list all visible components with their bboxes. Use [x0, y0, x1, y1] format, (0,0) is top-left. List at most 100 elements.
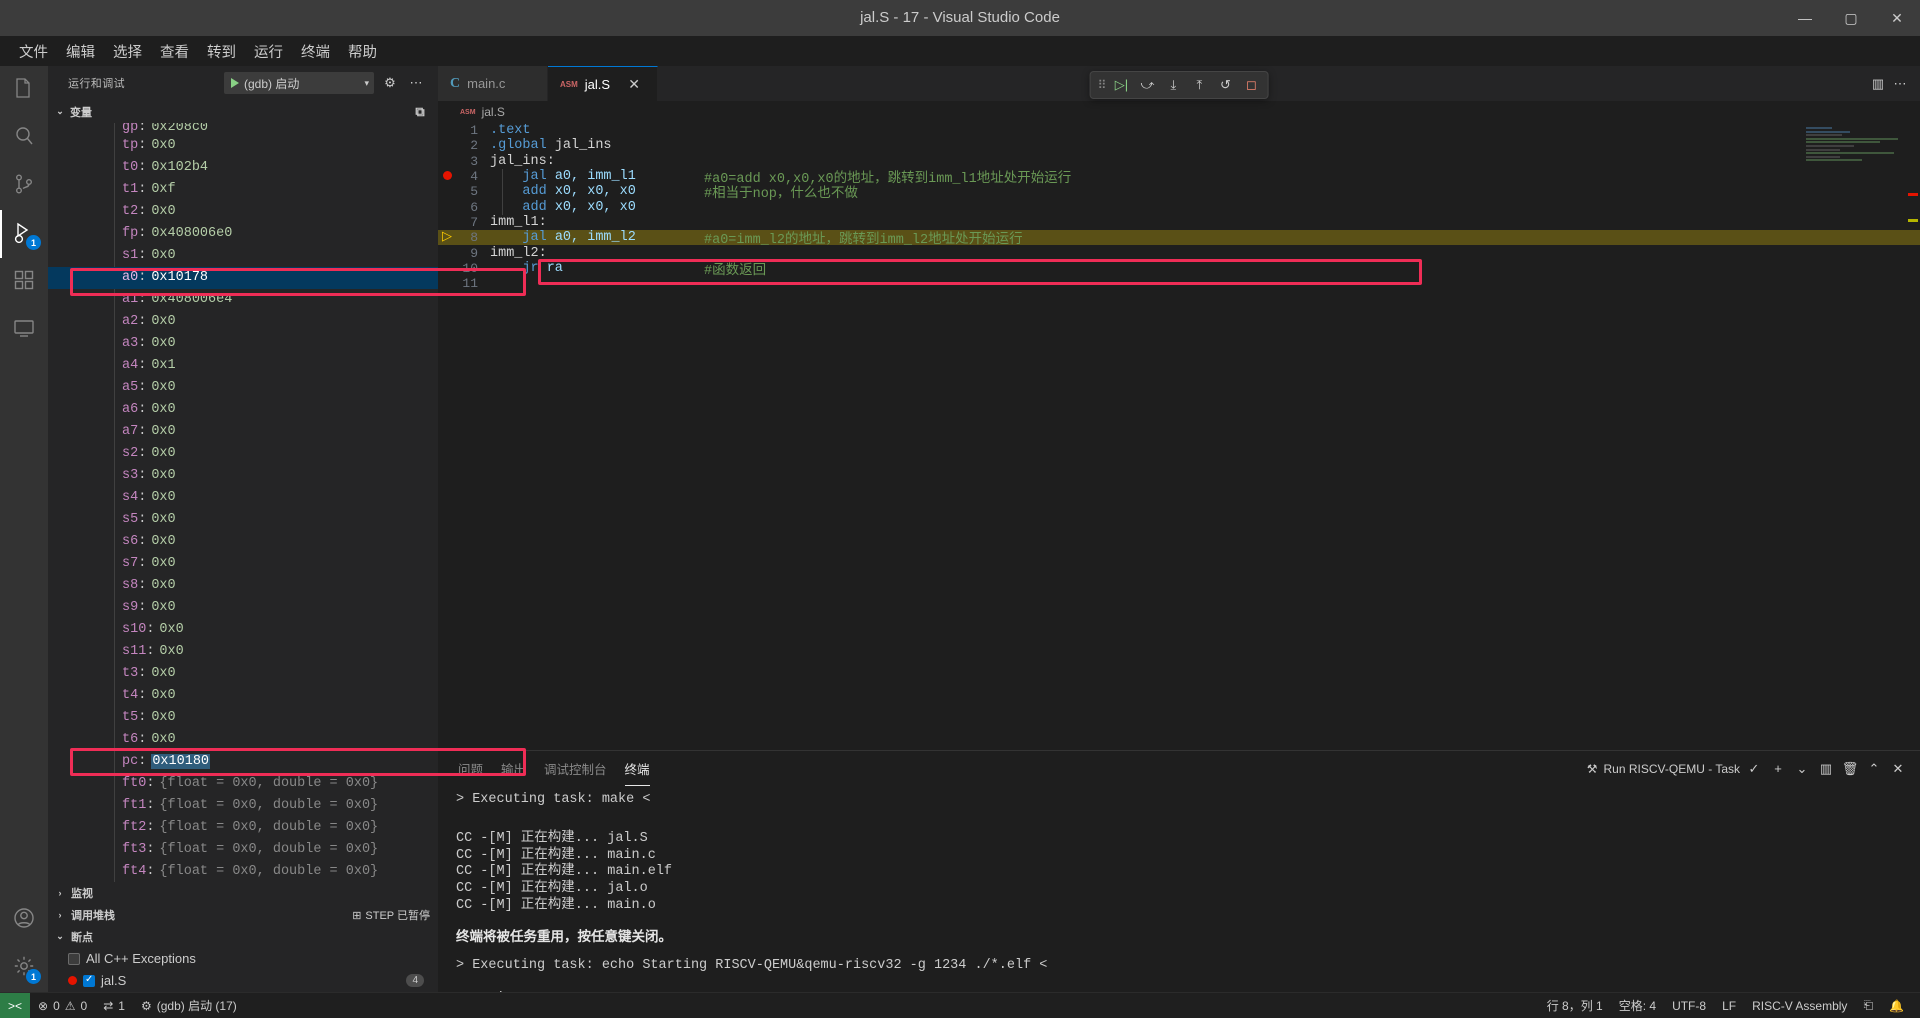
variable-row[interactable]: s5:0x0	[48, 509, 438, 531]
variable-value[interactable]: 0x0	[151, 534, 175, 549]
variable-value[interactable]: 0x0	[151, 732, 175, 747]
variable-row[interactable]: a3:0x0	[48, 333, 438, 355]
tab-main-c[interactable]: C main.c	[438, 66, 548, 101]
variable-value[interactable]: 0x0	[151, 248, 175, 263]
variable-value[interactable]: 0x10180	[151, 754, 211, 770]
tab-debug-console[interactable]: 调试控制台	[544, 751, 607, 786]
code-text[interactable]: jal a0, imm_l2	[490, 230, 635, 245]
variable-value[interactable]: {float = 0x0, double = 0x0}	[159, 776, 378, 791]
debug-stop-button[interactable]: ◻	[1239, 74, 1263, 96]
variable-row[interactable]: a1:0x408006e4	[48, 289, 438, 311]
breadcrumb[interactable]: ASM jal.S	[438, 101, 1920, 123]
debug-step-over-button[interactable]: ⤻	[1135, 74, 1159, 96]
variables-list[interactable]: gp:0x208c0 tp:0x0 t0:0x102b4 t1:0xf t2:0x0 fp…	[48, 123, 438, 882]
variable-value[interactable]: 0x0	[151, 468, 175, 483]
variable-value[interactable]: {float = 0x0, double = 0x0}	[159, 820, 378, 835]
debug-toolbar[interactable]: ⠿ ▷| ⤻ ⤓ ⤒ ↺ ◻	[1089, 71, 1269, 99]
variable-value[interactable]: 0x0	[151, 336, 175, 351]
terminal-output[interactable]: > Executing task: make < CC -[M] 正在构建... …	[438, 786, 1920, 992]
variable-value[interactable]: 0x0	[151, 512, 175, 527]
execution-pointer-icon[interactable]: ▷	[438, 230, 456, 245]
indentation-status[interactable]: 空格: 4	[1611, 993, 1664, 1018]
activity-explorer[interactable]	[0, 66, 48, 114]
variable-value[interactable]: 0x0	[151, 556, 175, 571]
variable-row[interactable]: s8:0x0	[48, 575, 438, 597]
encoding-status[interactable]: UTF-8	[1664, 993, 1714, 1018]
cursor-position[interactable]: 行 8，列 1	[1539, 993, 1611, 1018]
variable-value[interactable]: 0x0	[151, 314, 175, 329]
activity-source-control[interactable]	[0, 162, 48, 210]
menu-selection[interactable]: 选择	[104, 38, 151, 65]
code-line[interactable]: 9 imm_l2:	[438, 245, 1920, 261]
variable-value[interactable]: {float = 0x0, double = 0x0}	[159, 798, 378, 813]
code-lines[interactable]: 1 .text 2 .global jal_ins 3 jal_ins: 4 jal a0,…	[438, 123, 1920, 291]
variable-row[interactable]: s10:0x0	[48, 619, 438, 641]
variable-row[interactable]: ft3: {float = 0x0, double = 0x0}	[48, 839, 438, 861]
variable-row[interactable]: a6:0x0	[48, 399, 438, 421]
activity-search[interactable]	[0, 114, 48, 162]
variable-value[interactable]: 0xf	[151, 182, 175, 197]
variable-value[interactable]: 0x0	[151, 380, 175, 395]
variable-row[interactable]: fp:0x408006e0	[48, 223, 438, 245]
menu-file[interactable]: 文件	[10, 38, 57, 65]
variable-value[interactable]: 0x0	[151, 138, 175, 153]
variable-value[interactable]: 0x1	[151, 358, 175, 373]
sidebar-more-actions-button[interactable]: ⋯	[406, 73, 426, 93]
variable-value[interactable]: 0x0	[151, 446, 175, 461]
ports-status[interactable]: ⇄ 1	[95, 993, 133, 1018]
tab-terminal[interactable]: 终端	[624, 751, 650, 786]
debug-step-out-button[interactable]: ⤒	[1187, 74, 1211, 96]
variable-row[interactable]: t4:0x0	[48, 685, 438, 707]
variable-row[interactable]: ft4: {float = 0x0, double = 0x0}	[48, 861, 438, 882]
watch-pane-header[interactable]: › 监视	[48, 882, 438, 904]
variable-value[interactable]: 0x0	[151, 578, 175, 593]
variable-value[interactable]: {float = 0x0, double = 0x0}	[159, 864, 378, 879]
variable-row[interactable]: a4:0x1	[48, 355, 438, 377]
breakpoint-dot[interactable]	[442, 170, 452, 180]
variable-row[interactable]: gp:0x208c0	[48, 123, 438, 135]
variable-row[interactable]: s3:0x0	[48, 465, 438, 487]
code-text[interactable]: add x0, x0, x0	[490, 184, 635, 199]
variable-value[interactable]: 0x0	[151, 424, 175, 439]
drag-handle-icon[interactable]: ⠿	[1095, 78, 1108, 92]
debug-restart-button[interactable]: ↺	[1213, 74, 1237, 96]
activity-remote-explorer[interactable]	[0, 306, 48, 354]
variable-row[interactable]: t6:0x0	[48, 729, 438, 751]
menu-terminal[interactable]: 终端	[292, 38, 339, 65]
close-icon[interactable]: ✕	[625, 76, 643, 93]
feedback-icon[interactable]: ⎗	[1855, 993, 1881, 1018]
variable-value[interactable]: 0x408006e0	[151, 226, 232, 241]
variable-row[interactable]: pc:0x10180	[48, 751, 438, 773]
code-line[interactable]: 2 .global jal_ins	[438, 138, 1920, 153]
code-line[interactable]: ▷ 8 jal a0, imm_l2 #a0=imm_l2的地址，跳转到imm_l2…	[438, 230, 1920, 248]
variable-row[interactable]: s9:0x0	[48, 597, 438, 619]
variable-value[interactable]: 0x0	[151, 204, 175, 219]
variables-pane[interactable]: gp:0x208c0 tp:0x0 t0:0x102b4 t1:0xf t2:0x0 fp…	[48, 122, 438, 883]
variable-value[interactable]: 0x0	[151, 402, 175, 417]
code-line[interactable]: 1 .text	[438, 123, 1920, 138]
maximize-button[interactable]: ▢	[1828, 0, 1874, 36]
notifications-bell-icon[interactable]: 🔔	[1881, 993, 1912, 1018]
check-icon[interactable]: ✓	[1744, 759, 1764, 779]
variable-value[interactable]: 0x0	[159, 644, 183, 659]
variable-value[interactable]: 0x0	[151, 490, 175, 505]
variable-row[interactable]: ft1: {float = 0x0, double = 0x0}	[48, 795, 438, 817]
code-text[interactable]: jr ra	[490, 261, 563, 276]
scrollbar-decorations[interactable]	[1906, 123, 1920, 750]
checkbox[interactable]	[68, 952, 80, 965]
close-panel-button[interactable]: ✕	[1888, 759, 1908, 779]
variable-row[interactable]: t0:0x102b4	[48, 157, 438, 179]
eol-status[interactable]: LF	[1714, 993, 1744, 1018]
remote-indicator[interactable]: ><	[0, 992, 31, 1018]
menu-help[interactable]: 帮助	[339, 38, 386, 65]
activity-run-and-debug[interactable]: 1	[0, 210, 48, 258]
start-debug-icon[interactable]	[231, 78, 239, 89]
debug-continue-button[interactable]: ▷|	[1109, 74, 1133, 96]
language-mode-status[interactable]: RISC-V Assembly	[1744, 993, 1855, 1018]
minimize-button[interactable]: —	[1782, 0, 1828, 36]
close-button[interactable]: ✕	[1874, 0, 1920, 36]
tab-problems[interactable]: 问题	[458, 751, 483, 786]
variable-value[interactable]: 0x102b4	[151, 160, 208, 175]
variable-value[interactable]: 0x208c0	[151, 123, 208, 135]
chevron-down-icon[interactable]: ⌄	[1792, 759, 1812, 779]
